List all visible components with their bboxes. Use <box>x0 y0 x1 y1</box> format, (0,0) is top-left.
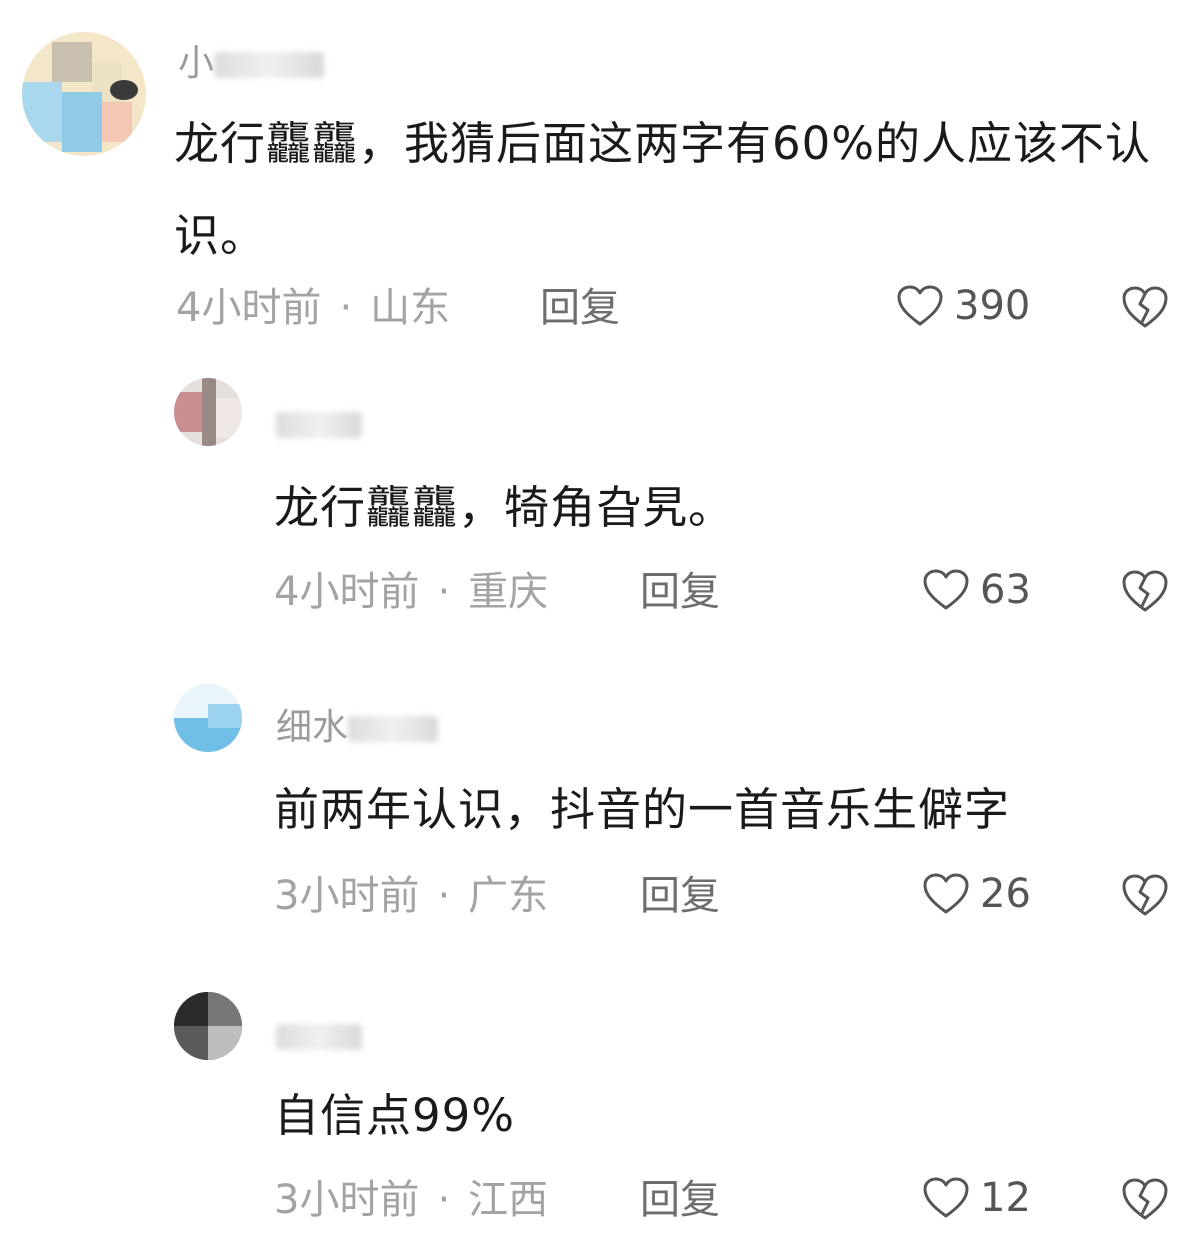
region: 山东 <box>370 285 451 331</box>
reply-button[interactable]: 回复 <box>640 568 720 616</box>
avatar[interactable] <box>174 378 242 446</box>
comment-text: 前两年认识，抖音的一首音乐生僻字 <box>274 783 1011 836</box>
avatar[interactable] <box>174 992 242 1060</box>
region: 广东 <box>468 873 549 919</box>
username[interactable]: 小 <box>178 44 325 84</box>
reply-button[interactable]: 回复 <box>640 1176 720 1224</box>
timestamp: 3小时前 <box>274 1177 420 1223</box>
comment-meta: 3小时前 · 江西 <box>274 1177 549 1223</box>
comment-text: 自信点99% <box>274 1089 516 1142</box>
avatar[interactable] <box>174 684 242 752</box>
broken-heart-icon[interactable] <box>1120 1176 1170 1222</box>
comment-text: 龙行龘龘，我猜后面这两字有60%的人应该不认识。 <box>174 117 1152 262</box>
username[interactable]: 细水 <box>276 708 439 748</box>
timestamp: 4小时前 <box>176 285 322 331</box>
comment-meta: 3小时前 · 广东 <box>274 873 549 919</box>
heart-outline-icon <box>923 873 969 914</box>
heart-outline-icon <box>923 1177 969 1218</box>
like-button[interactable]: 26 <box>922 870 1031 918</box>
region: 江西 <box>468 1177 549 1223</box>
comment-meta: 4小时前 · 重庆 <box>274 569 549 615</box>
like-count: 63 <box>980 567 1031 613</box>
like-button[interactable]: 390 <box>896 282 1030 330</box>
avatar[interactable] <box>22 32 146 156</box>
comment-item: 小 龙行龘龘，我猜后面这两字有60%的人应该不认识。 4小时前 · 山东 回复 39… <box>0 0 1200 350</box>
heart-outline-icon <box>923 569 969 610</box>
region: 重庆 <box>468 569 549 615</box>
broken-heart-icon[interactable] <box>1120 284 1170 330</box>
reply-comment-item: 细水 前两年认识，抖音的一首音乐生僻字 3小时前 · 广东 回复 26 <box>0 660 1200 960</box>
reply-button[interactable]: 回复 <box>540 284 620 332</box>
like-button[interactable]: 63 <box>922 566 1031 614</box>
username[interactable] <box>276 1016 362 1056</box>
like-count: 26 <box>980 871 1031 917</box>
broken-heart-icon[interactable] <box>1120 568 1170 614</box>
comment-text: 龙行龘龘，犄角旮旯。 <box>274 481 735 534</box>
broken-heart-icon[interactable] <box>1120 872 1170 918</box>
username[interactable] <box>276 404 362 444</box>
reply-comment-item: 龙行龘龘，犄角旮旯。 4小时前 · 重庆 回复 63 <box>0 360 1200 640</box>
like-count: 12 <box>980 1175 1031 1221</box>
like-count: 390 <box>954 283 1031 329</box>
timestamp: 4小时前 <box>274 569 420 615</box>
reply-comment-item: 自信点99% 3小时前 · 江西 回复 12 <box>0 970 1200 1252</box>
timestamp: 3小时前 <box>274 873 420 919</box>
comment-meta: 4小时前 · 山东 <box>176 285 451 331</box>
reply-button[interactable]: 回复 <box>640 872 720 920</box>
heart-outline-icon <box>897 285 943 326</box>
like-button[interactable]: 12 <box>922 1174 1031 1222</box>
